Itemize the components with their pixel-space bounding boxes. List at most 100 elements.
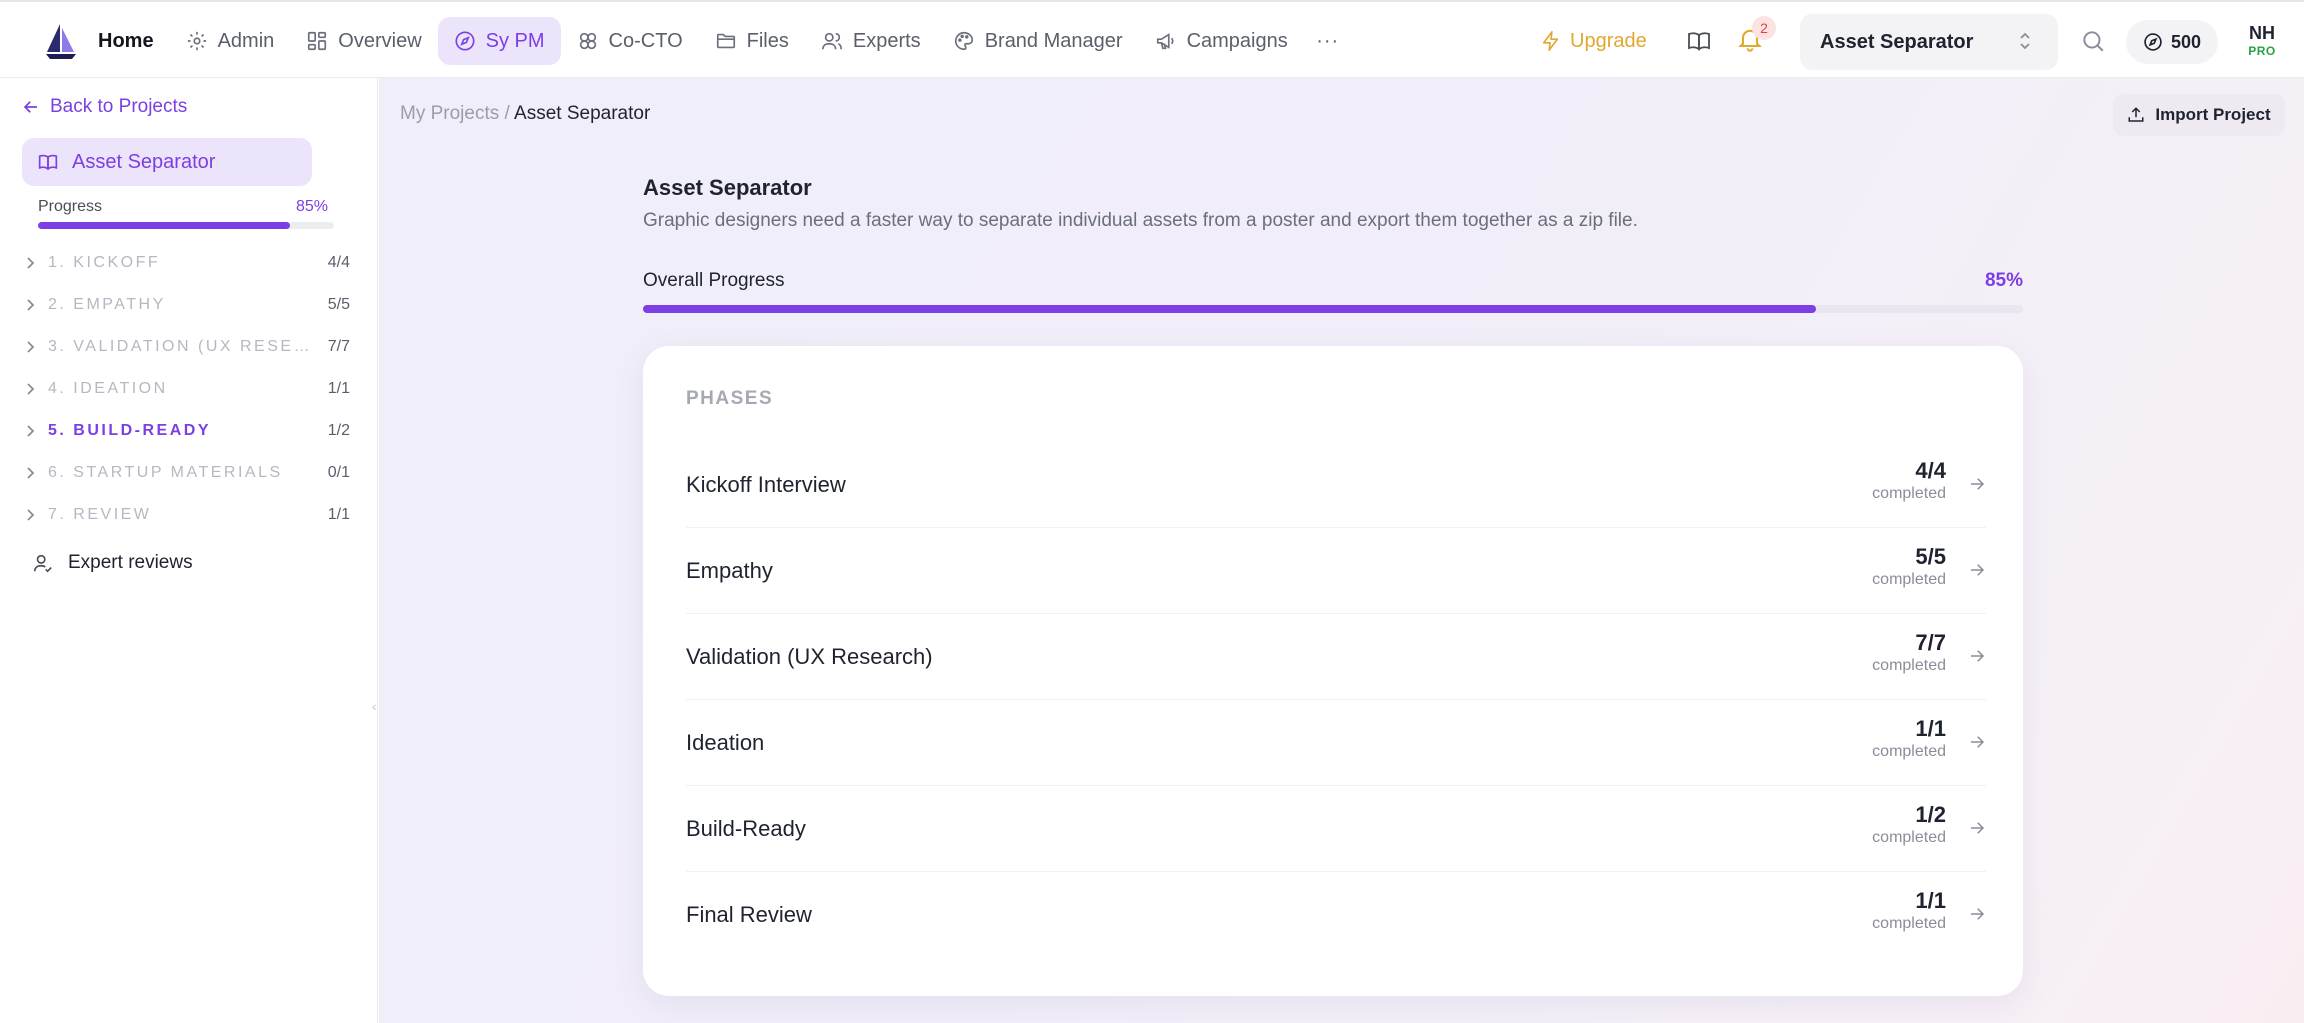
phase-completed-label: completed [1872, 829, 1946, 846]
arrow-left-icon [22, 98, 40, 116]
upgrade-button[interactable]: Upgrade [1540, 22, 1647, 60]
top-navigation-bar: Home Admin Overview Sy PM Co-CTO Files E… [0, 0, 2304, 78]
phase-row-ideation[interactable]: Ideation 1/1 completed [686, 700, 1986, 786]
nav-overview-label: Overview [338, 29, 422, 52]
phase-count: 1/1 [1915, 888, 1946, 913]
upload-icon [2127, 106, 2145, 124]
compass-icon [454, 30, 476, 52]
arrow-right-icon [1968, 561, 1986, 579]
more-menu-button[interactable]: ··· [1304, 17, 1352, 65]
user-avatar[interactable]: NH PRO [2240, 22, 2284, 68]
overall-progress-fill [643, 305, 1816, 313]
sidebar-phase-label: 7. REVIEW [48, 506, 152, 523]
main-nav: Home Admin Overview Sy PM Co-CTO Files E… [72, 16, 1352, 66]
nav-files[interactable]: Files [699, 17, 805, 65]
sidebar-phase-ideation[interactable]: 4. IDEATION 1/1 [0, 368, 378, 410]
sidebar-progress-label: Progress [38, 198, 103, 215]
credits-value: 500 [2170, 31, 2202, 52]
sidebar-phase-count: 1/1 [327, 506, 350, 523]
phase-count: 7/7 [1915, 630, 1946, 655]
phase-name: Empathy [686, 557, 773, 583]
sidebar-phase-label: 4. IDEATION [48, 380, 168, 397]
nav-admin[interactable]: Admin [170, 17, 291, 65]
phase-name: Build-Ready [686, 815, 806, 841]
overall-progress-label: Overall Progress [643, 270, 785, 291]
overall-progress-percent: 85% [1984, 270, 2023, 291]
import-project-button[interactable]: Import Project [2113, 94, 2285, 136]
nav-brand-manager-label: Brand Manager [984, 29, 1123, 52]
phase-count: 5/5 [1915, 544, 1946, 569]
search-button[interactable] [2080, 28, 2108, 56]
phase-row-empathy[interactable]: Empathy 5/5 completed [686, 528, 1986, 614]
sidebar-phase-label: 6. STARTUP MATERIALS [48, 464, 283, 481]
breadcrumb-current: Asset Separator [514, 103, 651, 124]
project-selector[interactable]: Asset Separator [1800, 14, 2058, 70]
main-content: My Projects / Asset Separator Import Pro… [379, 78, 2304, 1023]
notification-count-badge: 2 [1752, 16, 1776, 40]
breadcrumb-parent-link[interactable]: My Projects [400, 103, 499, 124]
nav-home-label: Home [98, 29, 154, 52]
sidebar-progress-fill [38, 222, 290, 229]
sidebar-phase-count: 1/1 [327, 380, 350, 397]
current-project-item[interactable]: Asset Separator [22, 138, 312, 186]
chevron-right-icon [24, 340, 36, 354]
phase-status: 1/1 completed [1872, 716, 1946, 762]
phase-status: 5/5 completed [1872, 544, 1946, 590]
sidebar-phase-startup-materials[interactable]: 6. STARTUP MATERIALS 0/1 [0, 452, 378, 494]
breadcrumb: My Projects / Asset Separator [400, 103, 650, 125]
phase-completed-label: completed [1872, 571, 1946, 588]
phase-completed-label: completed [1872, 657, 1946, 674]
phase-row-final-review[interactable]: Final Review 1/1 completed [686, 872, 1986, 958]
sidebar-progress-percent: 85% [296, 198, 329, 215]
user-check-icon [32, 552, 54, 574]
users-icon [821, 30, 843, 52]
phase-name: Final Review [686, 902, 812, 927]
nav-campaigns[interactable]: Campaigns [1139, 17, 1304, 65]
phase-nav-list: 1. KICKOFF 4/4 2. EMPATHY 5/5 3. VALIDAT… [0, 242, 378, 536]
nav-brand-manager[interactable]: Brand Manager [937, 17, 1139, 65]
credits-badge[interactable]: 500 [2126, 20, 2218, 64]
sidebar-phase-count: 0/1 [327, 464, 350, 481]
sidebar-progress-bar [38, 222, 334, 229]
nav-sy-pm[interactable]: Sy PM [437, 17, 561, 65]
current-project-name: Asset Separator [72, 150, 216, 173]
phase-name: Ideation [686, 729, 765, 755]
sidebar-phase-review[interactable]: 7. REVIEW 1/1 [0, 494, 378, 536]
sidebar-phase-validation[interactable]: 3. VALIDATION (UX RESEARCH) 7/7 [0, 326, 378, 368]
nav-co-cto[interactable]: Co-CTO [561, 17, 699, 65]
sidebar-phase-build-ready[interactable]: 5. BUILD-READY 1/2 [0, 410, 378, 452]
nav-home[interactable]: Home [72, 17, 170, 65]
breadcrumb-separator: / [504, 103, 510, 124]
lightning-icon [1540, 30, 1562, 52]
sidebar-phase-count: 4/4 [327, 254, 350, 271]
phase-status: 7/7 completed [1872, 630, 1946, 676]
phase-row-validation[interactable]: Validation (UX Research) 7/7 completed [686, 614, 1986, 700]
chevron-right-icon [24, 382, 36, 396]
chevron-up-down-icon [2018, 30, 2032, 52]
book-icon [38, 152, 58, 172]
phase-rows: Kickoff Interview 4/4 completed Empathy … [686, 442, 1986, 958]
chevron-right-icon [24, 256, 36, 270]
dashboard-icon [306, 30, 328, 52]
sidebar-phase-empathy[interactable]: 2. EMPATHY 5/5 [0, 284, 378, 326]
expert-reviews-link[interactable]: Expert reviews [32, 552, 193, 574]
nav-experts[interactable]: Experts [805, 17, 937, 65]
arrow-right-icon [1968, 475, 1986, 493]
sidebar-phase-count: 7/7 [327, 338, 350, 355]
nav-campaigns-label: Campaigns [1186, 29, 1288, 52]
sidebar-collapse-handle[interactable]: ‹ [372, 698, 377, 714]
brain-icon [577, 30, 599, 52]
plan-badge: PRO [2248, 44, 2276, 58]
sidebar-phase-kickoff[interactable]: 1. KICKOFF 4/4 [0, 242, 378, 284]
docs-button[interactable] [1684, 26, 1714, 56]
phase-status: 1/1 completed [1872, 888, 1946, 934]
chevron-right-icon [24, 424, 36, 438]
nav-files-label: Files [746, 29, 789, 52]
phase-row-kickoff-interview[interactable]: Kickoff Interview 4/4 completed [686, 442, 1986, 528]
back-to-projects-link[interactable]: Back to Projects [22, 96, 187, 118]
phase-status: 1/2 completed [1872, 802, 1946, 848]
phase-row-build-ready[interactable]: Build-Ready 1/2 completed [686, 786, 1986, 872]
back-to-projects-label: Back to Projects [50, 96, 188, 117]
nav-overview[interactable]: Overview [290, 17, 437, 65]
phases-heading: PHASES [686, 388, 774, 409]
